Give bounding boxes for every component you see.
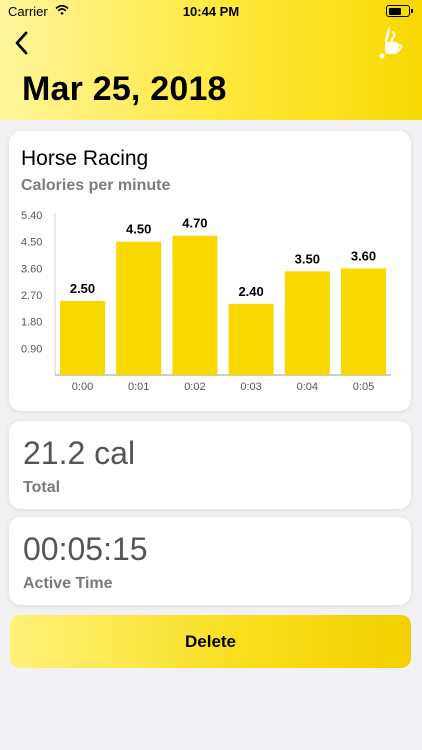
back-chevron-icon[interactable]	[12, 30, 32, 56]
y-tick-label: 0.90	[21, 343, 42, 355]
bar	[172, 235, 218, 375]
x-tick-label: 0:02	[184, 381, 205, 393]
bar-value-label: 4.50	[126, 222, 151, 237]
bar-value-label: 2.50	[70, 281, 95, 296]
total-card: 21.2 cal Total	[9, 421, 411, 509]
bar	[341, 268, 386, 375]
x-tick-label: 0:03	[240, 381, 261, 393]
bar	[60, 300, 105, 375]
y-tick-label: 5.40	[21, 210, 42, 222]
active-time-label: Active Time	[23, 575, 113, 592]
bar-value-label: 3.50	[295, 251, 320, 266]
header: Carrier 10:44 PM Mar 25, 2018	[0, 0, 422, 120]
active-time-card: 00:05:15 Active Time	[9, 517, 411, 605]
bar-value-label: 3.60	[351, 248, 376, 263]
y-tick-label: 3.60	[21, 263, 42, 275]
total-label: Total	[23, 479, 61, 496]
x-tick-label: 0:04	[297, 381, 318, 393]
tea-cup-icon[interactable]	[378, 26, 406, 60]
delete-button[interactable]: Delete	[10, 615, 411, 668]
total-value: 21.2 cal	[23, 435, 136, 471]
y-tick-label: 2.70	[21, 290, 42, 302]
y-tick-label: 1.80	[21, 317, 42, 329]
status-bar: Carrier 10:44 PM	[0, 0, 422, 22]
status-time: 10:44 PM	[182, 4, 240, 19]
bar	[116, 241, 162, 375]
bar-chart: 5.40 4.50 3.60 2.70 1.80 0.90 2.50 0:00 4.50 0:01…	[21, 210, 391, 393]
chart-card: Horse Racing Calories per minute 5.40 4.5…	[9, 131, 411, 411]
bar-value-label: 2.40	[238, 284, 263, 299]
bar-value-label: 4.70	[182, 216, 207, 231]
battery-icon	[386, 5, 413, 17]
x-tick-label: 0:00	[72, 381, 93, 393]
y-tick-label: 4.50	[21, 237, 42, 249]
page-title: Mar 25, 2018	[22, 70, 227, 108]
active-time-value: 00:05:15	[23, 531, 148, 567]
bar	[284, 271, 330, 375]
bar	[228, 303, 274, 375]
x-tick-label: 0:01	[128, 381, 149, 393]
x-tick-label: 0:05	[353, 381, 374, 393]
